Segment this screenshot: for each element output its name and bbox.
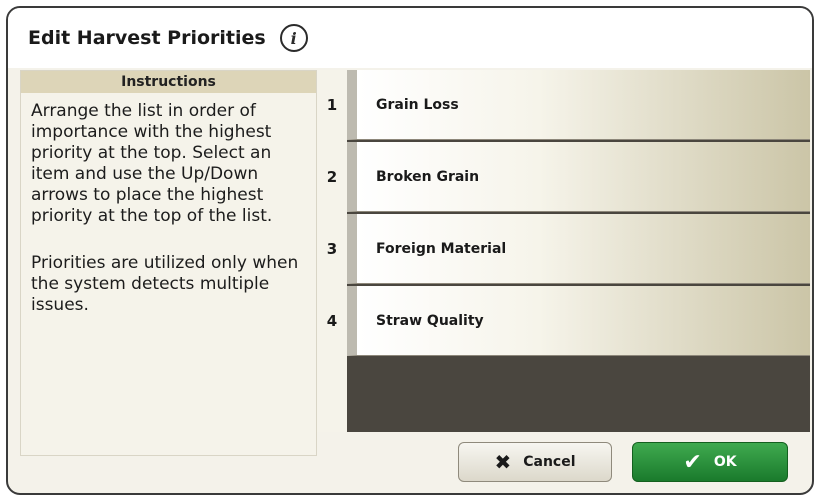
instructions-header: Instructions: [21, 71, 316, 93]
ok-button-label: OK: [713, 454, 737, 470]
dialog-title: Edit Harvest Priorities: [28, 27, 266, 49]
list-item-label: Foreign Material: [376, 240, 507, 257]
edit-harvest-priorities-dialog: Edit Harvest Priorities i Instructions A…: [6, 6, 814, 495]
list-item-foreign-material[interactable]: Foreign Material: [347, 214, 810, 284]
list-item-label: Straw Quality: [376, 312, 484, 329]
instructions-panel: Instructions Arrange the list in order o…: [20, 70, 317, 456]
list-item-broken-grain[interactable]: Broken Grain: [347, 142, 810, 212]
instructions-text: Arrange the list in order of importance …: [21, 93, 316, 316]
list-item-straw-quality[interactable]: Straw Quality: [347, 286, 810, 356]
priority-number-1: 1: [326, 96, 338, 114]
x-icon: ✖: [494, 450, 512, 474]
title-bar: Edit Harvest Priorities i: [8, 8, 812, 68]
list-item-label: Grain Loss: [376, 96, 459, 113]
cancel-button-label: Cancel: [523, 454, 576, 470]
cancel-button[interactable]: ✖ Cancel: [458, 442, 612, 482]
priority-number-3: 3: [326, 240, 338, 258]
ok-button[interactable]: ✔ OK: [632, 442, 788, 482]
check-icon: ✔: [683, 449, 702, 475]
priority-number-column: 1 2 3 4: [317, 70, 347, 432]
list-item-grain-loss[interactable]: Grain Loss: [347, 70, 810, 140]
instructions-paragraph-1: Arrange the list in order of importance …: [31, 101, 273, 226]
instructions-paragraph-2: Priorities are utilized only when the sy…: [31, 253, 299, 315]
priority-list: Grain Loss Broken Grain Foreign Material…: [347, 70, 810, 432]
list-item-label: Broken Grain: [376, 168, 480, 185]
info-icon[interactable]: i: [279, 24, 308, 52]
priority-number-4: 4: [326, 312, 338, 330]
priority-number-2: 2: [326, 168, 338, 186]
